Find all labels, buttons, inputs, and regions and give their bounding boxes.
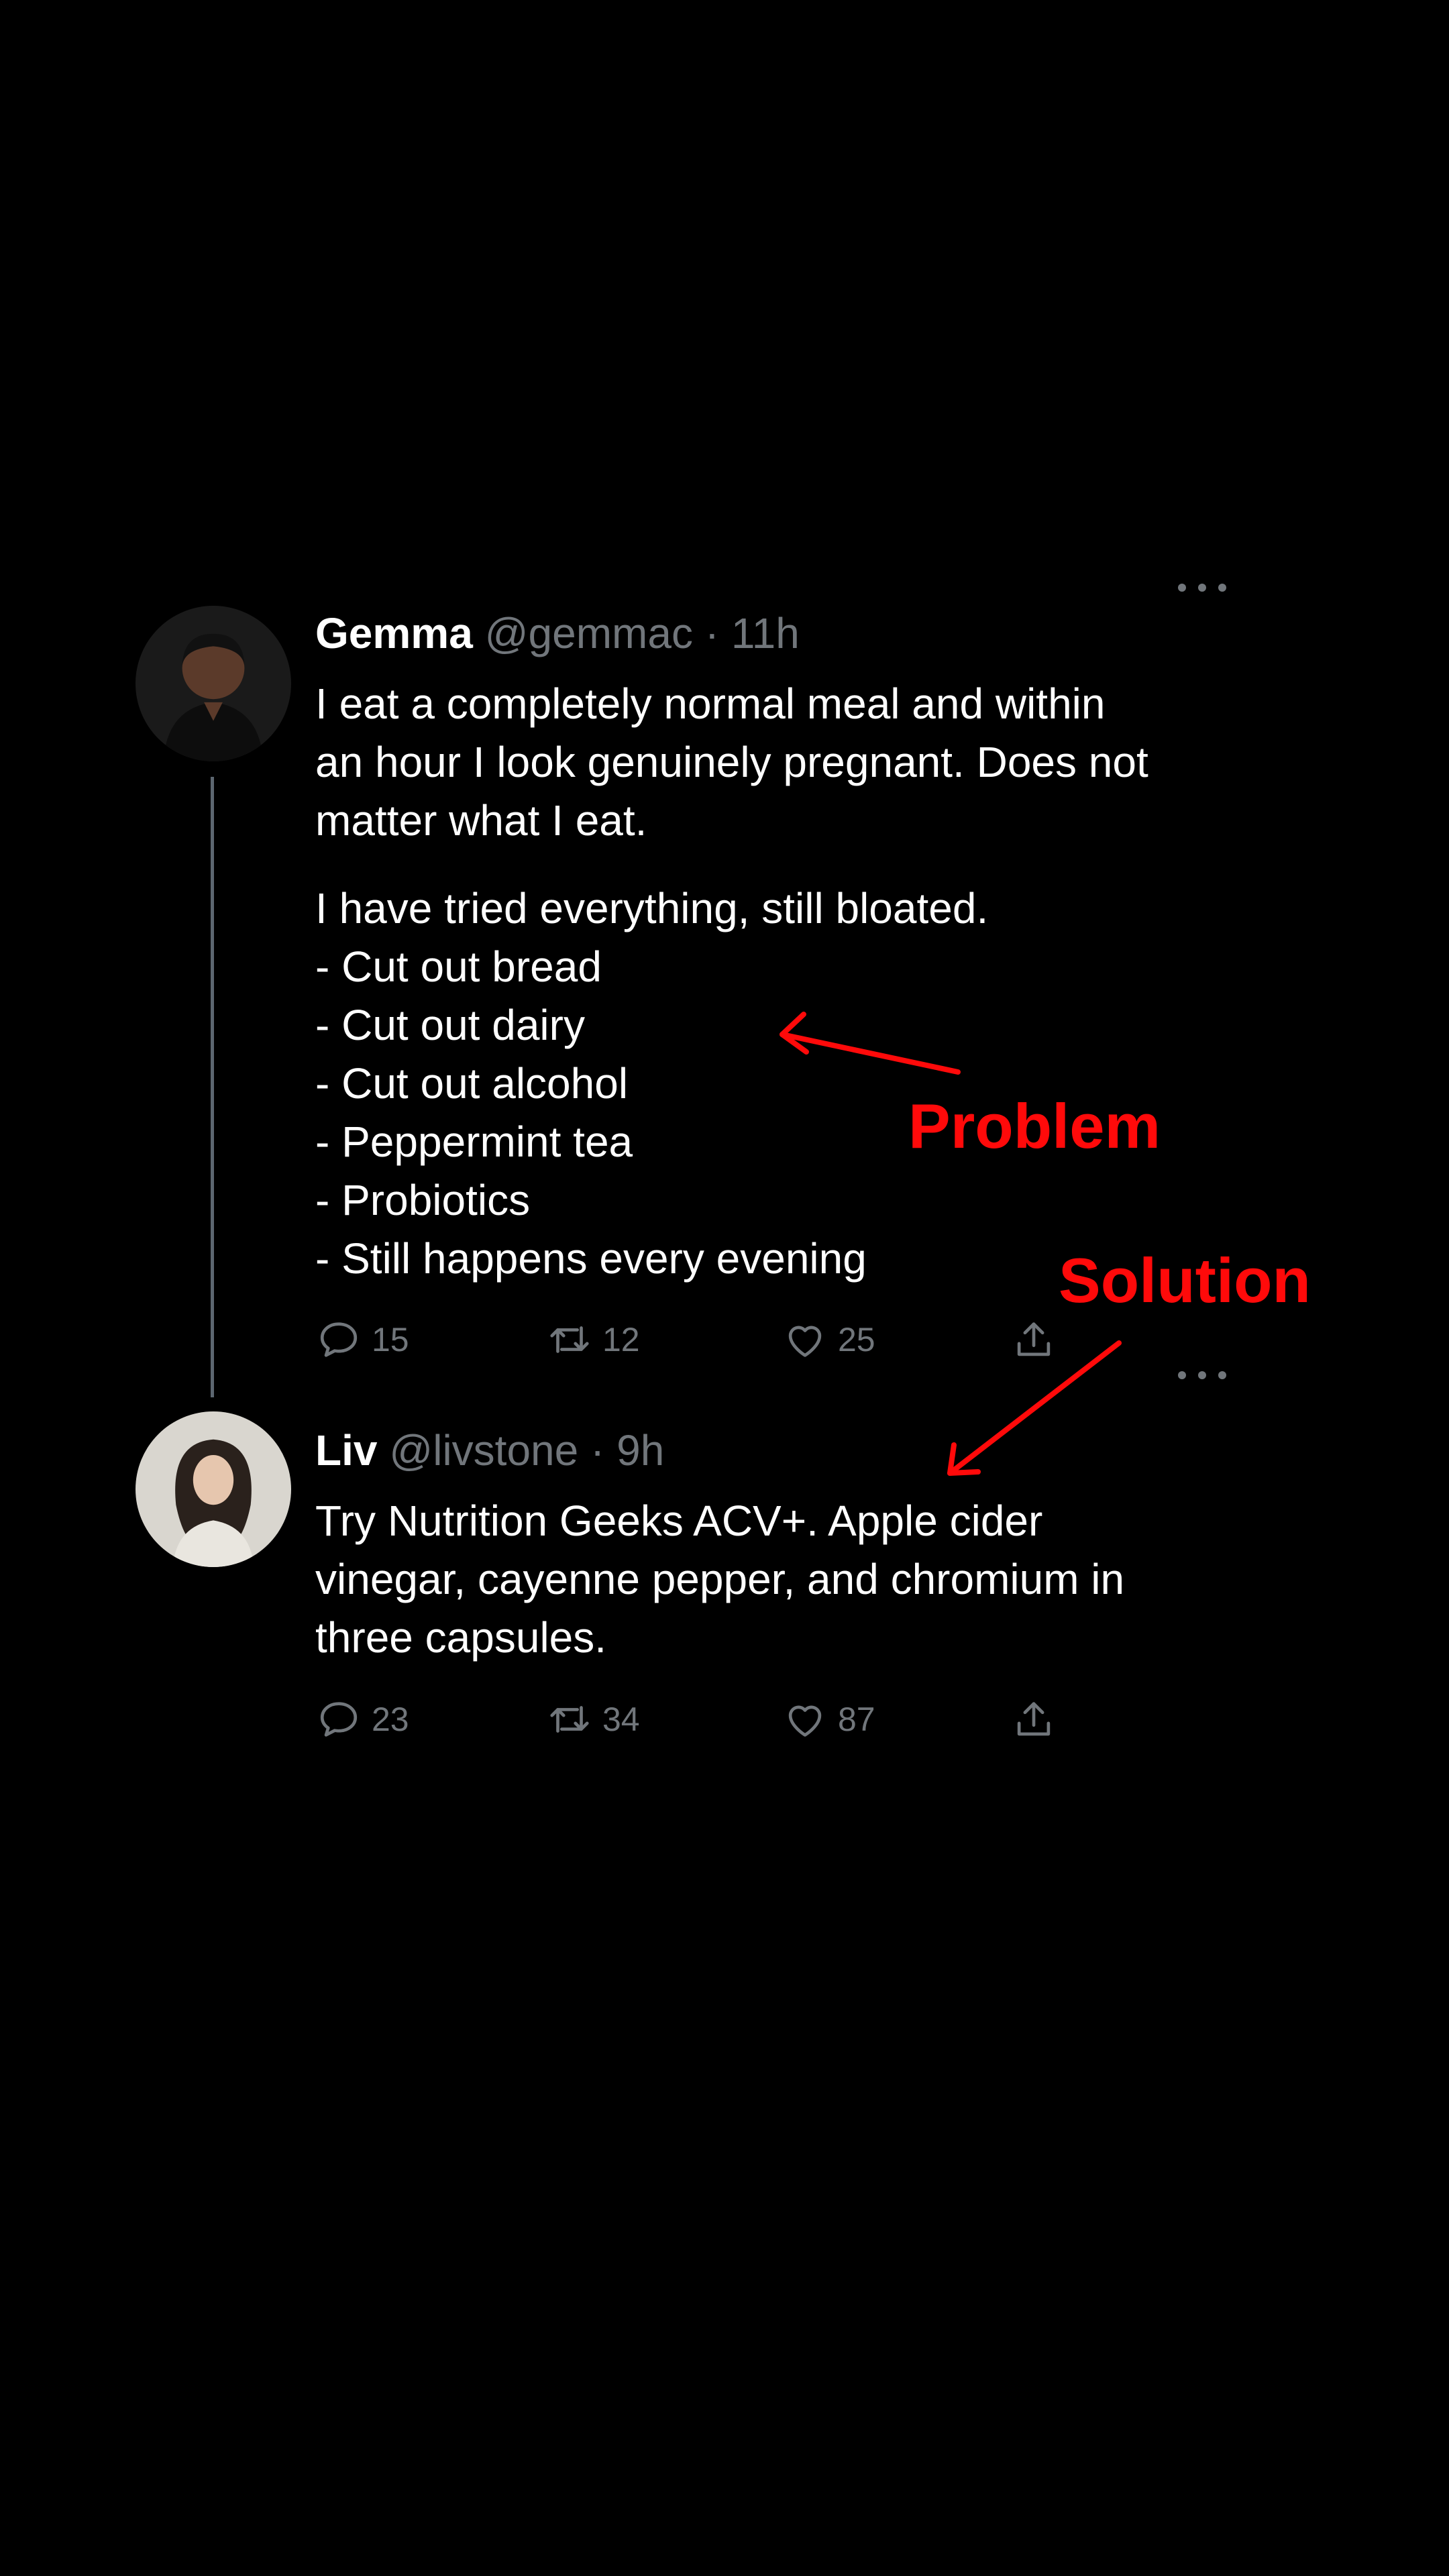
like-count: 87 (838, 1701, 875, 1738)
reply-icon (320, 1322, 358, 1357)
tweet-header: Liv @livstone · 9h (315, 1429, 664, 1472)
handle[interactable]: @gemmac (485, 609, 693, 657)
share-button[interactable] (1010, 1316, 1057, 1363)
like-count: 25 (838, 1321, 875, 1358)
retweet-button[interactable]: 34 (546, 1696, 640, 1743)
timestamp[interactable]: 9h (616, 1426, 664, 1474)
tweet-text: I eat a completely normal meal and withi… (315, 680, 1148, 845)
reply-button[interactable]: 15 (315, 1316, 409, 1363)
more-options-icon[interactable] (1175, 1367, 1229, 1383)
avatar-liv[interactable] (136, 1411, 291, 1567)
share-icon (1017, 1322, 1051, 1356)
share-button[interactable] (1010, 1696, 1057, 1743)
reply-icon (320, 1702, 358, 1737)
list-item: - Cut out bread (315, 943, 602, 991)
thread-connector-line (211, 777, 214, 1397)
display-name[interactable]: Gemma (315, 609, 473, 657)
tweet-list-intro: I have tried everything, still bloated. (315, 884, 989, 932)
retweet-button[interactable]: 12 (546, 1316, 640, 1363)
annotation-solution: Solution (1059, 1245, 1311, 1316)
retweet-count: 12 (602, 1321, 640, 1358)
separator-dot: · (590, 1426, 605, 1474)
tweet-text: Try Nutrition Geeks ACV+. Apple cider vi… (315, 1497, 1125, 1662)
annotation-problem: Problem (908, 1091, 1161, 1161)
avatar-gemma[interactable] (136, 606, 291, 761)
like-icon (788, 1705, 822, 1737)
retweet-icon (550, 1706, 589, 1733)
handle[interactable]: @livstone (389, 1426, 578, 1474)
retweet-icon (550, 1326, 589, 1353)
tweet-header: Gemma @gemmac · 11h (315, 612, 800, 655)
share-icon (1017, 1702, 1051, 1736)
like-button[interactable]: 87 (782, 1696, 875, 1743)
list-item: - Cut out dairy (315, 1001, 585, 1049)
reply-button[interactable]: 23 (315, 1696, 409, 1743)
timestamp[interactable]: 11h (731, 609, 800, 657)
like-button[interactable]: 25 (782, 1316, 875, 1363)
list-item: - Probiotics (315, 1176, 531, 1224)
display-name[interactable]: Liv (315, 1426, 377, 1474)
reply-count: 23 (372, 1701, 409, 1738)
separator-dot: · (704, 609, 720, 657)
reply-count: 15 (372, 1321, 409, 1358)
like-icon (788, 1326, 822, 1357)
more-options-icon[interactable] (1175, 580, 1229, 596)
retweet-count: 34 (602, 1701, 640, 1738)
